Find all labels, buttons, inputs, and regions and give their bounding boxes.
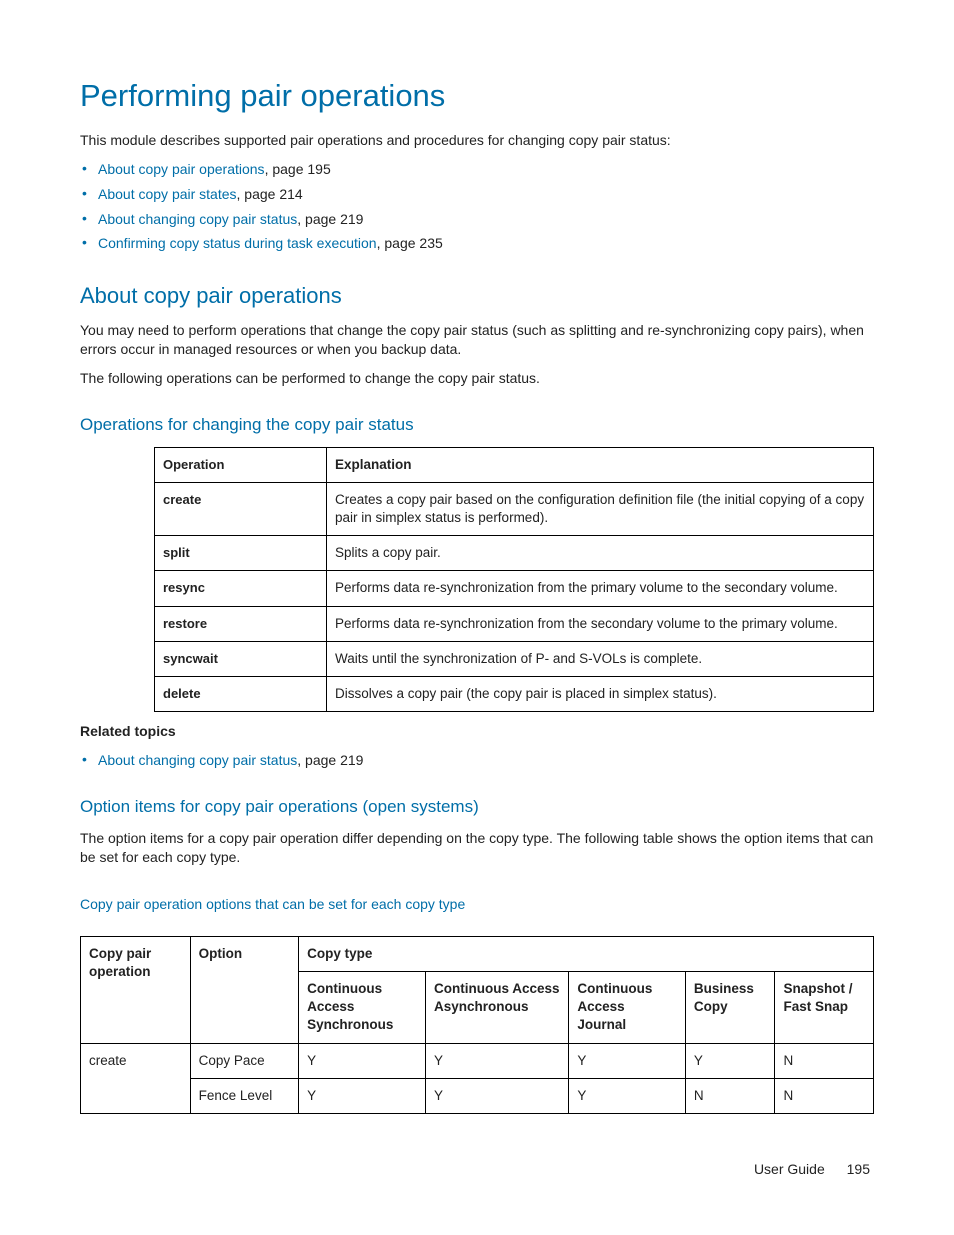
section-heading-about-ops: About copy pair operations	[80, 281, 874, 311]
value-cell: Y	[569, 1043, 686, 1078]
table-header-row: Operation Explanation	[155, 447, 874, 482]
list-item: About changing copy pair status, page 21…	[80, 751, 874, 770]
op-cell: split	[155, 536, 327, 571]
page-title: Performing pair operations	[80, 75, 874, 117]
col-header-copy-type: Copy type	[299, 936, 874, 971]
list-item: About copy pair states, page 214	[80, 185, 874, 204]
table-row: Fence Level Y Y Y N N	[81, 1078, 874, 1113]
table-row: syncwait Waits until the synchronization…	[155, 641, 874, 676]
value-cell: Y	[685, 1043, 775, 1078]
col-header-option: Option	[190, 936, 298, 1043]
col-header-operation: Operation	[155, 447, 327, 482]
op-cell: create	[155, 482, 327, 535]
list-item: About changing copy pair status, page 21…	[80, 210, 874, 229]
table-row: create Creates a copy pair based on the …	[155, 482, 874, 535]
op-cell: restore	[155, 606, 327, 641]
value-cell: N	[775, 1078, 874, 1113]
body-paragraph: The following operations can be performe…	[80, 369, 874, 388]
toc-suffix: , page 219	[297, 211, 363, 227]
op-cell: resync	[155, 571, 327, 606]
toc-suffix: , page 235	[377, 235, 443, 251]
table-row: split Splits a copy pair.	[155, 536, 874, 571]
minor-heading-options-table: Copy pair operation options that can be …	[80, 895, 874, 914]
option-cell: Copy Pace	[190, 1043, 298, 1078]
exp-cell: Performs data re-synchronization from th…	[327, 606, 874, 641]
col-header-ca-async: Continuous Access Asynchronous	[426, 971, 569, 1043]
table-header-row: Copy pair operation Option Copy type	[81, 936, 874, 971]
value-cell: N	[775, 1043, 874, 1078]
op-cell: syncwait	[155, 641, 327, 676]
toc-link[interactable]: About copy pair states	[98, 186, 237, 202]
list-item: Confirming copy status during task execu…	[80, 234, 874, 253]
exp-cell: Creates a copy pair based on the configu…	[327, 482, 874, 535]
table-row: delete Dissolves a copy pair (the copy p…	[155, 677, 874, 712]
page-footer: User Guide 195	[754, 1160, 870, 1179]
subsection-heading-ops-table: Operations for changing the copy pair st…	[80, 414, 874, 437]
option-cell: Fence Level	[190, 1078, 298, 1113]
value-cell: N	[685, 1078, 775, 1113]
footer-page-number: 195	[847, 1161, 870, 1177]
value-cell: Y	[299, 1078, 426, 1113]
toc-suffix: , page 214	[237, 186, 303, 202]
exp-cell: Splits a copy pair.	[327, 536, 874, 571]
toc-link[interactable]: Confirming copy status during task execu…	[98, 235, 377, 251]
intro-paragraph: This module describes supported pair ope…	[80, 131, 874, 150]
table-row: resync Performs data re-synchronization …	[155, 571, 874, 606]
toc-list: About copy pair operations, page 195 Abo…	[80, 160, 874, 254]
options-table: Copy pair operation Option Copy type Con…	[80, 936, 874, 1114]
toc-link[interactable]: About changing copy pair status	[98, 211, 297, 227]
op-cell: delete	[155, 677, 327, 712]
value-cell: Y	[426, 1078, 569, 1113]
col-header-ca-sync: Continuous Access Synchronous	[299, 971, 426, 1043]
toc-suffix: , page 195	[265, 161, 331, 177]
body-paragraph: You may need to perform operations that …	[80, 321, 874, 359]
value-cell: Y	[426, 1043, 569, 1078]
related-suffix: , page 219	[297, 752, 363, 768]
related-topics-heading: Related topics	[80, 722, 874, 741]
subsection-heading-option-items: Option items for copy pair operations (o…	[80, 796, 874, 819]
table-row: restore Performs data re-synchronization…	[155, 606, 874, 641]
exp-cell: Dissolves a copy pair (the copy pair is …	[327, 677, 874, 712]
toc-link[interactable]: About copy pair operations	[98, 161, 265, 177]
col-header-copy-pair-op: Copy pair operation	[81, 936, 191, 1043]
op-group-cell: create	[81, 1043, 191, 1113]
exp-cell: Waits until the synchronization of P- an…	[327, 641, 874, 676]
related-topics-list: About changing copy pair status, page 21…	[80, 751, 874, 770]
operations-table: Operation Explanation create Creates a c…	[154, 447, 874, 713]
related-link[interactable]: About changing copy pair status	[98, 752, 297, 768]
value-cell: Y	[569, 1078, 686, 1113]
table-row: create Copy Pace Y Y Y Y N	[81, 1043, 874, 1078]
col-header-business-copy: Business Copy	[685, 971, 775, 1043]
value-cell: Y	[299, 1043, 426, 1078]
list-item: About copy pair operations, page 195	[80, 160, 874, 179]
col-header-snapshot: Snapshot / Fast Snap	[775, 971, 874, 1043]
body-paragraph: The option items for a copy pair operati…	[80, 829, 874, 867]
col-header-ca-journal: Continuous Access Journal	[569, 971, 686, 1043]
exp-cell: Performs data re-synchronization from th…	[327, 571, 874, 606]
footer-label: User Guide	[754, 1161, 825, 1177]
col-header-explanation: Explanation	[327, 447, 874, 482]
